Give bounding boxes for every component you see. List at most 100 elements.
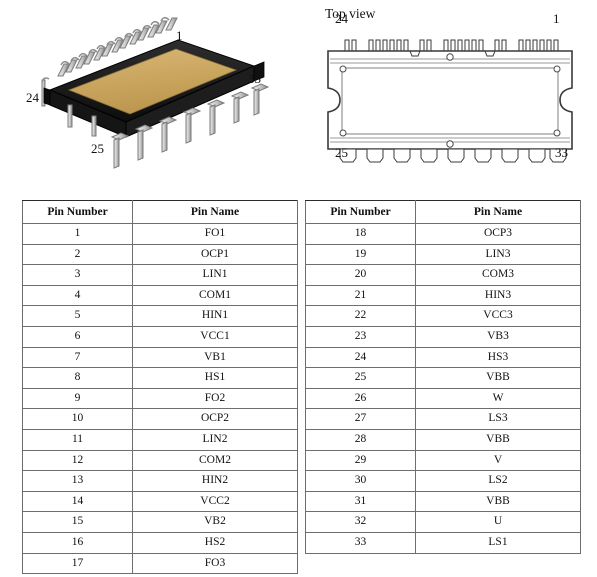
cell-pin-name: W	[415, 387, 581, 410]
cell-pin-number: 25	[305, 367, 416, 389]
cell-pin-name: VB2	[132, 511, 298, 533]
table-row: 29 V	[305, 449, 581, 472]
cell-pin-name: COM2	[132, 449, 298, 472]
table-row: 10 OCP2	[22, 408, 298, 430]
cell-pin-name: VBB	[415, 428, 581, 451]
cell-pin-number: 9	[22, 387, 133, 410]
cell-pin-number: 15	[22, 511, 133, 533]
iso-body-left-cap	[43, 87, 51, 106]
cell-pin-name: VCC3	[415, 305, 581, 327]
pin-table-right: Pin Number Pin Name 18 OCP3 19 LIN3 20 COM3 21…	[305, 200, 581, 554]
table-row: 30 LS2	[305, 470, 581, 492]
cell-pin-number: 16	[22, 531, 133, 554]
cell-pin-name: VBB	[415, 490, 581, 513]
cell-pin-name: V	[415, 449, 581, 472]
top-view-bottom-tabs	[339, 148, 567, 163]
table-row: 7 VB1	[22, 346, 298, 369]
cell-pin-number: 22	[305, 305, 416, 327]
cell-pin-number: 12	[22, 449, 133, 472]
cell-pin-number: 4	[22, 284, 133, 307]
table-row: 15 VB2	[22, 511, 298, 533]
cell-pin-name: VB3	[415, 325, 581, 348]
cell-pin-number: 30	[305, 470, 416, 492]
cell-pin-number: 23	[305, 325, 416, 348]
cell-pin-number: 26	[305, 387, 416, 410]
cell-pin-number: 33	[305, 531, 416, 554]
cell-pin-name: HIN2	[132, 470, 298, 492]
cell-pin-name: LS1	[415, 531, 581, 554]
cell-pin-name: FO2	[132, 387, 298, 410]
table-row: 12 COM2	[22, 449, 298, 472]
cell-pin-name: HIN3	[415, 284, 581, 307]
table-row: 4 COM1	[22, 284, 298, 307]
table-row: 2 OCP1	[22, 243, 298, 266]
cell-pin-name: U	[415, 511, 581, 533]
iso-label-pin-33: 33	[248, 71, 261, 86]
iso-label-pin-24: 24	[26, 90, 39, 105]
cell-pin-name: VBB	[415, 367, 581, 389]
isometric-module-view: 1 24 25 33	[8, 4, 298, 190]
top-view-label-pin-25: 25	[335, 145, 348, 160]
cell-pin-name: HS3	[415, 346, 581, 369]
column-header-pin-name: Pin Name	[415, 200, 581, 224]
cell-pin-number: 24	[305, 346, 416, 369]
top-view-top-pins	[344, 39, 559, 52]
table-row: 33 LS1	[305, 531, 581, 554]
table-row: 14 VCC2	[22, 490, 298, 513]
table-row: 6 VCC1	[22, 325, 298, 348]
table-row: 27 LS3	[305, 408, 581, 430]
top-view-label-pin-1: 1	[553, 11, 560, 26]
cell-pin-name: OCP2	[132, 408, 298, 430]
table-row: 28 VBB	[305, 428, 581, 451]
table-row: 23 VB3	[305, 325, 581, 348]
cell-pin-number: 10	[22, 408, 133, 430]
column-header-pin-number: Pin Number	[22, 200, 133, 224]
table-row: 24 HS3	[305, 346, 581, 369]
table-row: 26 W	[305, 387, 581, 410]
cell-pin-name: HS2	[132, 531, 298, 554]
table-row: 22 VCC3	[305, 305, 581, 327]
table-row: 18 OCP3	[305, 223, 581, 245]
top-view-svg	[327, 39, 573, 163]
table-row: 3 LIN1	[22, 264, 298, 286]
cell-pin-number: 2	[22, 243, 133, 266]
column-header-pin-number: Pin Number	[305, 200, 416, 224]
cell-pin-name: LS2	[415, 470, 581, 492]
cell-pin-number: 6	[22, 325, 133, 348]
table-row: 31 VBB	[305, 490, 581, 513]
table-row: 1 FO1	[22, 223, 298, 245]
table-row: 25 VBB	[305, 367, 581, 389]
cell-pin-number: 5	[22, 305, 133, 327]
cell-pin-number: 31	[305, 490, 416, 513]
table-row: 11 LIN2	[22, 428, 298, 451]
cell-pin-number: 21	[305, 284, 416, 307]
top-view-figure: Top view 24 1 25 33	[310, 0, 597, 190]
cell-pin-number: 32	[305, 511, 416, 533]
pin-table-left: Pin Number Pin Name 1 FO1 2 OCP1 3 LIN1 4 COM1 5…	[22, 200, 298, 575]
table-row: 9 FO2	[22, 387, 298, 410]
table-row: 16 HS2	[22, 531, 298, 554]
table-header-row: Pin Number Pin Name	[22, 200, 298, 224]
table-row: 20 COM3	[305, 264, 581, 286]
cell-pin-name: LIN1	[132, 264, 298, 286]
table-row: 17 FO3	[22, 552, 298, 575]
cell-pin-number: 20	[305, 264, 416, 286]
cell-pin-name: VCC2	[132, 490, 298, 513]
cell-pin-number: 14	[22, 490, 133, 513]
cell-pin-number: 11	[22, 428, 133, 451]
table-row: 19 LIN3	[305, 243, 581, 266]
cell-pin-number: 8	[22, 367, 133, 389]
cell-pin-name: OCP3	[415, 223, 581, 245]
top-view-inner-rect	[341, 67, 559, 135]
cell-pin-number: 19	[305, 243, 416, 266]
table-row: 32 U	[305, 511, 581, 533]
table-row: 5 HIN1	[22, 305, 298, 327]
cell-pin-number: 27	[305, 408, 416, 430]
cell-pin-name: COM1	[132, 284, 298, 307]
cell-pin-name: VCC1	[132, 325, 298, 348]
cell-pin-name: OCP1	[132, 243, 298, 266]
figures-area: 1 24 25 33 Top view 24 1 25 33	[0, 0, 597, 192]
cell-pin-number: 1	[22, 223, 133, 245]
iso-label-pin-25: 25	[91, 141, 104, 156]
cell-pin-number: 13	[22, 470, 133, 492]
